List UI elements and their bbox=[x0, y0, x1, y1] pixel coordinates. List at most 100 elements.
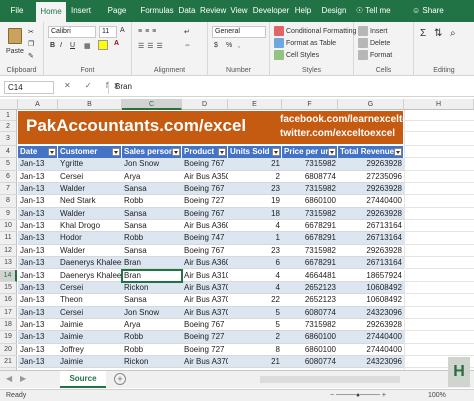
font-size-select[interactable]: 11 bbox=[99, 26, 117, 38]
row-header[interactable]: 4 bbox=[0, 146, 17, 159]
table-row[interactable]: Jan-13 Jaimie Robb Boeing 727 2 6860100 274404… bbox=[18, 331, 404, 344]
table-cell-product[interactable]: Boeing 767 bbox=[182, 158, 228, 170]
empty-cell[interactable] bbox=[404, 110, 474, 121]
row-header[interactable]: 13 bbox=[0, 257, 17, 270]
empty-cell[interactable] bbox=[404, 343, 474, 356]
row-header[interactable]: 20 bbox=[0, 343, 17, 356]
borders-icon[interactable]: ▦ bbox=[84, 42, 91, 50]
table-cell-total[interactable]: 27440400 bbox=[338, 331, 404, 343]
tab-review[interactable]: Review bbox=[200, 0, 226, 22]
table-cell-product[interactable]: Air Bus A360 bbox=[182, 220, 228, 232]
table-cell-date[interactable]: Jan-13 bbox=[18, 158, 58, 170]
font-name-select[interactable]: Calibri bbox=[48, 26, 96, 38]
row-header[interactable]: 9 bbox=[0, 207, 17, 221]
table-cell-date[interactable]: Jan-13 bbox=[18, 307, 58, 319]
table-cell-total[interactable]: 26713164 bbox=[338, 220, 404, 232]
table-cell-units[interactable]: 1 bbox=[228, 232, 282, 244]
table-cell-customer[interactable]: Walder bbox=[58, 183, 122, 195]
table-cell-date[interactable]: Jan-13 bbox=[18, 232, 58, 244]
filter-dropdown-icon[interactable] bbox=[48, 148, 56, 156]
zoom-slider[interactable]: − ────●──── + bbox=[330, 390, 386, 401]
row-header[interactable]: 19 bbox=[0, 331, 17, 344]
select-all-corner[interactable] bbox=[0, 99, 18, 110]
tab-insert[interactable]: Insert bbox=[68, 0, 94, 22]
paste-button[interactable] bbox=[8, 28, 24, 44]
vertical-align-icons[interactable]: ≡≡≡ bbox=[138, 28, 159, 35]
table-cell-units[interactable]: 2 bbox=[228, 171, 282, 183]
empty-cell[interactable] bbox=[404, 318, 474, 332]
table-cell-price[interactable]: 7315982 bbox=[282, 319, 338, 331]
table-cell-customer[interactable]: Daenerys Khaleesi bbox=[58, 257, 122, 269]
table-row[interactable]: Jan-13 Daenerys Khaleesi Bran Air Bus A310 4… bbox=[18, 269, 404, 282]
table-cell-total[interactable]: 24323096 bbox=[338, 356, 404, 368]
table-cell-units[interactable]: 22 bbox=[228, 294, 282, 306]
table-row[interactable]: Jan-13 Ygritte Jon Snow Boeing 767 21 7315982… bbox=[18, 158, 404, 171]
cell-styles-button[interactable]: Cell Styles bbox=[274, 50, 319, 60]
row-header[interactable]: 7 bbox=[0, 183, 17, 196]
empty-cell[interactable] bbox=[404, 183, 474, 196]
table-cell-product[interactable]: Boeing 727 bbox=[182, 195, 228, 207]
empty-cell[interactable] bbox=[404, 220, 474, 233]
empty-cell[interactable] bbox=[404, 207, 474, 221]
empty-cell[interactable] bbox=[404, 269, 474, 282]
table-cell-units[interactable]: 2 bbox=[228, 331, 282, 343]
table-row[interactable]: Jan-13 Hodor Robb Boeing 747 1 6678291 2671316… bbox=[18, 232, 404, 245]
table-row[interactable]: Jan-13 Walder Sansa Boeing 767 18 7315982 2926… bbox=[18, 207, 404, 221]
table-row[interactable]: Jan-13 Cersei Arya Air Bus A350 2 6808774 2723… bbox=[18, 170, 404, 184]
row-header[interactable]: 5 bbox=[0, 158, 17, 171]
table-cell-product[interactable]: Boeing 747 bbox=[182, 232, 228, 244]
row-header[interactable]: 14 bbox=[0, 269, 17, 282]
bold-button[interactable]: B bbox=[50, 42, 55, 49]
tab-page-layout[interactable]: Page Layout bbox=[96, 0, 138, 37]
table-cell-customer[interactable]: Ygritte bbox=[58, 158, 122, 170]
row-header[interactable]: 1 bbox=[0, 110, 17, 121]
empty-cell[interactable] bbox=[404, 232, 474, 245]
formula-input[interactable]: Bran bbox=[108, 81, 470, 94]
table-cell-price[interactable]: 6808774 bbox=[282, 171, 338, 183]
table-cell-date[interactable]: Jan-13 bbox=[18, 344, 58, 356]
empty-cell[interactable] bbox=[404, 281, 474, 295]
table-row[interactable]: Jan-13 Cersei Jon Snow Air Bus A370 5 6080774… bbox=[18, 306, 404, 319]
filter-dropdown-icon[interactable] bbox=[394, 148, 402, 156]
table-cell-date[interactable]: Jan-13 bbox=[18, 183, 58, 195]
table-cell-units[interactable]: 21 bbox=[228, 158, 282, 170]
table-cell-price[interactable]: 6080774 bbox=[282, 356, 338, 368]
table-cell-total[interactable]: 24323096 bbox=[338, 307, 404, 319]
table-cell-units[interactable]: 4 bbox=[228, 220, 282, 232]
table-row[interactable]: Jan-13 Joffrey Robb Boeing 727 8 6860100 27440… bbox=[18, 343, 404, 356]
table-cell-price[interactable]: 7315982 bbox=[282, 245, 338, 257]
format-as-table-button[interactable]: Format as Table bbox=[274, 38, 336, 48]
table-cell-units[interactable]: 23 bbox=[228, 245, 282, 257]
table-cell-date[interactable]: Jan-13 bbox=[18, 171, 58, 183]
italic-button[interactable]: I bbox=[60, 42, 62, 49]
tab-home[interactable]: Home bbox=[36, 2, 66, 22]
table-cell-date[interactable]: Jan-13 bbox=[18, 331, 58, 343]
table-cell-price[interactable]: 6860100 bbox=[282, 344, 338, 356]
table-cell-customer[interactable]: Cersei bbox=[58, 171, 122, 183]
tab-help[interactable]: Help bbox=[292, 0, 314, 22]
empty-cell[interactable] bbox=[404, 170, 474, 184]
worksheet-grid[interactable]: PakAccountants.com/excel facebook.com/le… bbox=[0, 99, 474, 370]
grow-font-icon[interactable]: A bbox=[120, 27, 125, 34]
table-cell-sales[interactable]: Sansa bbox=[122, 208, 182, 220]
table-cell-sales[interactable]: Arya bbox=[122, 171, 182, 183]
table-cell-product[interactable]: Boeing 767 bbox=[182, 208, 228, 220]
table-cell-total[interactable]: 29263928 bbox=[338, 319, 404, 331]
table-cell-total[interactable]: 29263928 bbox=[338, 183, 404, 195]
table-cell-total[interactable]: 27440400 bbox=[338, 195, 404, 207]
table-cell-sales[interactable]: Sansa bbox=[122, 245, 182, 257]
sheet-tab-source[interactable]: Source bbox=[60, 371, 106, 388]
table-cell-price[interactable]: 6860100 bbox=[282, 331, 338, 343]
table-cell-price[interactable]: 7315982 bbox=[282, 183, 338, 195]
table-cell-sales[interactable]: Robb bbox=[122, 331, 182, 343]
empty-cell[interactable] bbox=[404, 306, 474, 319]
table-cell-units[interactable]: 4 bbox=[228, 282, 282, 294]
table-cell-date[interactable]: Jan-13 bbox=[18, 294, 58, 306]
table-cell-sales[interactable]: Sansa bbox=[122, 294, 182, 306]
table-cell-product[interactable]: Air Bus A310 bbox=[182, 270, 228, 282]
tab-developer[interactable]: Developer bbox=[252, 0, 290, 22]
table-cell-customer[interactable]: Daenerys Khaleesi bbox=[58, 270, 122, 282]
table-cell-date[interactable]: Jan-13 bbox=[18, 319, 58, 331]
table-cell-price[interactable]: 6678291 bbox=[282, 220, 338, 232]
table-cell-units[interactable]: 5 bbox=[228, 319, 282, 331]
